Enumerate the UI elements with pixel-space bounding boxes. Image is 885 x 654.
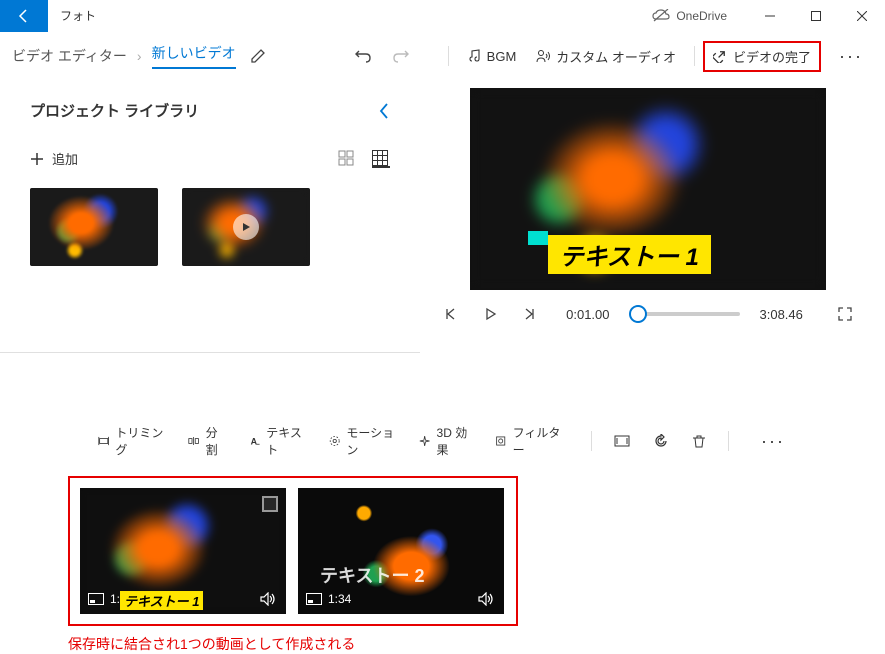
rename-button[interactable] [250,48,266,64]
play-button[interactable] [480,304,500,324]
sparkle-icon [419,434,430,448]
aspect-button[interactable] [606,430,638,452]
motion-icon [329,434,340,448]
titlebar: フォト OneDrive [0,0,885,32]
clip-checkbox[interactable] [262,496,278,512]
undo-button[interactable] [354,47,372,65]
seek-slider[interactable] [630,312,740,316]
card-icon [88,593,104,605]
timeline-clip[interactable]: テキストー 2 1:34 [298,488,504,614]
filter-button[interactable]: フィルター [487,420,569,462]
trim-icon [98,434,109,448]
speaker-icon [478,592,494,606]
timeline-highlighted: 1:34 テキストー 1 テキストー 2 1:34 [68,476,518,626]
current-time: 0:01.00 [566,307,609,322]
trash-icon [692,434,706,448]
aspect-icon [614,434,630,448]
person-audio-icon [536,49,550,63]
breadcrumb: ビデオ エディター › 新しいビデオ [12,43,236,69]
timeline: 1:34 テキストー 1 テキストー 2 1:34 保存時に結合され1つの動画と… [0,468,885,654]
text-icon: A [249,434,260,448]
close-button[interactable] [839,0,885,32]
filter-icon [495,434,506,448]
app-title: フォト [60,7,96,24]
speaker-icon [260,592,276,606]
grid-large-view-button[interactable] [338,150,356,168]
grid-3x3-icon [372,150,388,166]
video-preview[interactable]: テキストー 1 [470,88,826,290]
undo-icon [354,47,372,65]
music-icon [467,49,481,63]
total-time: 3:08.46 [760,307,803,322]
clip-text-overlay: テキストー 2 [320,562,424,588]
card-icon [306,593,322,605]
library-thumb[interactable] [182,188,310,266]
playback-controls: 0:01.00 3:08.46 [440,304,855,324]
timeline-clip[interactable]: 1:34 テキストー 1 [80,488,286,614]
pencil-icon [250,48,266,64]
preview-text-overlay: テキストー 1 [548,235,711,274]
redo-icon [392,47,410,65]
main-toolbar: ビデオ エディター › 新しいビデオ BGM カスタム オーディオ ビデオの完了… [0,32,885,80]
library-collapse-button[interactable] [378,102,390,120]
rotate-icon [654,434,668,448]
minimize-button[interactable] [747,0,793,32]
split-icon [188,434,199,448]
3d-effects-button[interactable]: 3D 効果 [411,420,479,462]
motion-button[interactable]: モーション [321,420,403,462]
annotation-caption: 保存時に結合され1つの動画として作成される [68,634,817,654]
play-icon [233,214,259,240]
chevron-right-icon: › [137,48,142,64]
finish-video-button[interactable]: ビデオの完了 [703,41,821,72]
cloud-off-icon [652,9,670,23]
library-thumb[interactable] [30,188,158,266]
split-button[interactable]: 分割 [180,420,233,462]
plus-icon [30,152,44,166]
back-button[interactable] [0,0,48,32]
trim-button[interactable]: トリミング [90,420,172,462]
custom-audio-button[interactable]: カスタム オーディオ [526,41,686,72]
clip-duration: 1:34 [328,592,351,606]
preview-panel: テキストー 1 0:01.00 3:08.46 [420,80,885,380]
grid-2x2-icon [338,150,354,166]
svg-text:A: A [251,436,258,446]
more-button[interactable]: ··· [829,46,873,67]
maximize-button[interactable] [793,0,839,32]
clip-text-overlay: テキストー 1 [120,591,203,610]
bgm-button[interactable]: BGM [457,43,527,70]
delete-button[interactable] [684,430,714,452]
add-media-button[interactable]: 追加 [30,149,78,168]
redo-button[interactable] [392,47,410,65]
next-frame-button[interactable] [520,304,540,324]
library-title: プロジェクト ライブラリ [30,100,199,121]
clip-edit-toolbar: トリミング 分割 A テキスト モーション 3D 効果 フィルター ··· [0,412,885,468]
prev-frame-button[interactable] [440,304,460,324]
rotate-button[interactable] [646,430,676,452]
fullscreen-button[interactable] [835,304,855,324]
breadcrumb-current[interactable]: 新しいビデオ [152,43,236,69]
chevron-left-icon [378,102,390,120]
slider-thumb[interactable] [629,305,647,323]
export-icon [713,49,727,63]
breadcrumb-root[interactable]: ビデオ エディター [12,46,127,66]
edit-more-button[interactable]: ··· [751,431,795,452]
onedrive-status[interactable]: OneDrive [652,9,727,23]
grid-small-view-button[interactable] [372,150,390,168]
project-library-panel: プロジェクト ライブラリ 追加 [0,80,420,380]
text-button[interactable]: A テキスト [241,420,313,462]
